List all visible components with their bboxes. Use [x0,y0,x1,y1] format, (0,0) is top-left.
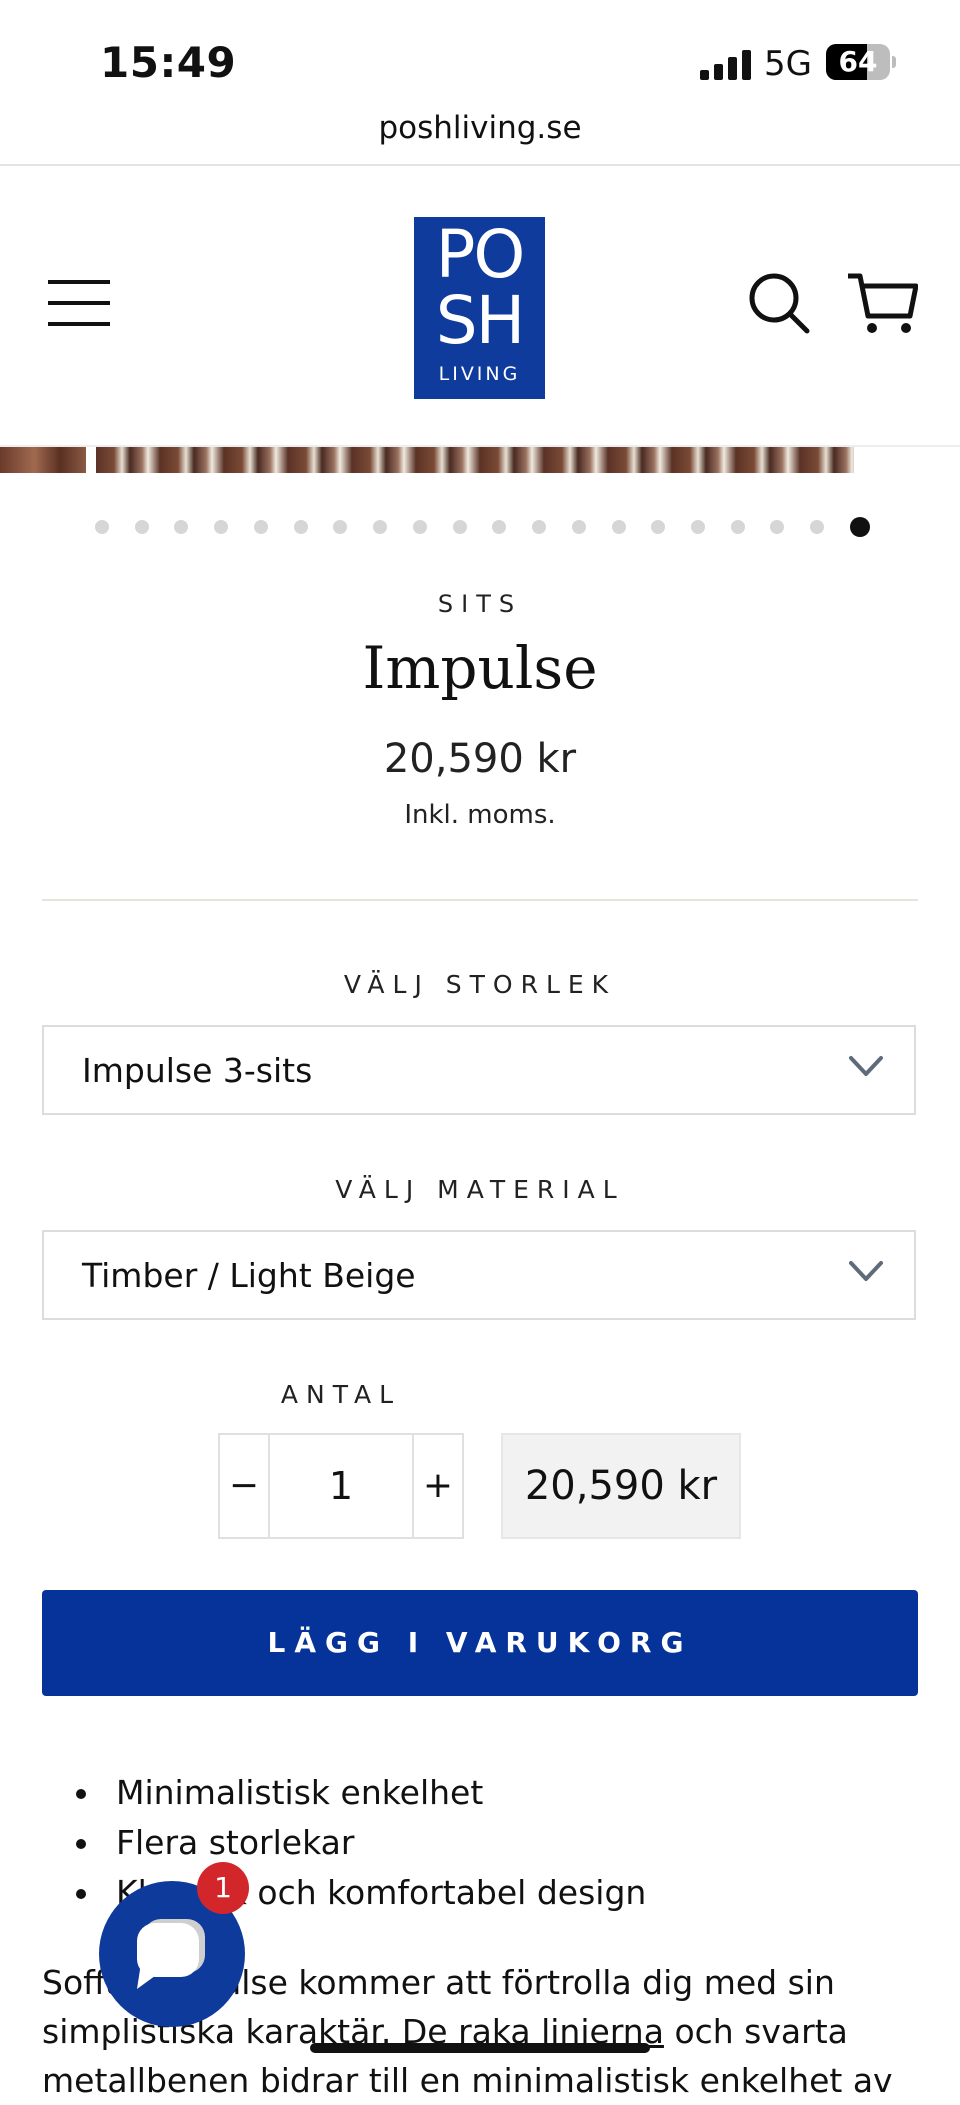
chevron-down-icon [849,1056,883,1076]
quantity-decrease-button[interactable]: − [220,1435,270,1537]
product-price: 20,590 kr [383,736,577,782]
carousel-dot[interactable] [492,520,507,534]
home-indicator[interactable] [310,2043,650,2053]
carousel-dot[interactable] [134,520,149,534]
carousel-dot[interactable] [412,520,427,534]
carousel-dot[interactable] [373,520,388,534]
status-time: 15:49 [100,38,237,87]
carousel-dot-active[interactable] [849,517,870,537]
carousel-dot[interactable] [174,520,189,534]
cart-icon[interactable] [846,272,918,336]
quantity-increase-button[interactable]: + [412,1435,462,1537]
chat-bubble-icon [137,1919,205,1989]
size-select[interactable]: Impulse 3-sits [42,1025,916,1115]
description-line: metallbenen bidrar till en minimalistisk… [42,2061,893,2100]
product-image-previous[interactable] [0,447,86,473]
carousel-dot[interactable] [95,520,109,534]
chevron-down-icon [849,1261,883,1281]
network-type: 5G [764,44,812,84]
product-title: Impulse [362,634,598,702]
carousel-dot[interactable] [571,520,586,534]
address-bar[interactable]: poshliving.se [0,110,960,146]
carousel-dot[interactable] [253,520,268,534]
material-select[interactable]: Timber / Light Beige [42,1230,916,1320]
carousel-dot[interactable] [730,520,745,534]
browser-divider [0,164,960,166]
add-to-cart-button[interactable]: LÄGG I VARUKORG [42,1590,918,1696]
quantity-label: ANTAL [280,1380,402,1409]
hamburger-menu-icon[interactable] [48,278,110,328]
carousel-dot[interactable] [611,520,626,534]
list-item: Minimalistisk enkelhet [70,1768,930,1818]
line-total: 20,590 kr [501,1433,741,1539]
posh-living-logo[interactable]: PO SH LIVING [414,217,545,399]
logo-line-2: SH [435,282,526,359]
carousel-dot[interactable] [691,520,706,534]
logo-line-3: LIVING [438,363,521,385]
product-image[interactable] [96,447,854,473]
size-select-value: Impulse 3-sits [82,1051,313,1090]
battery-icon: 64 [826,44,896,82]
carousel-dot[interactable] [214,520,229,534]
carousel-dot[interactable] [651,520,666,534]
product-category: SITS [437,590,523,618]
list-item: Flera storlekar [70,1818,930,1868]
carousel-dot[interactable] [452,520,467,534]
carousel-dots [95,517,870,537]
carousel-dot[interactable] [333,520,348,534]
material-label: VÄLJ MATERIAL [335,1175,625,1204]
carousel-dot[interactable] [770,520,785,534]
section-divider [42,899,918,901]
quantity-stepper: − 1 + [218,1433,464,1539]
carousel-dot[interactable] [532,520,547,534]
chat-notification-badge: 1 [197,1862,249,1914]
search-icon[interactable] [748,272,810,334]
carousel-dot[interactable] [810,520,825,534]
material-select-value: Timber / Light Beige [82,1256,416,1295]
battery-level: 64 [838,45,878,78]
size-label: VÄLJ STORLEK [343,970,617,999]
quantity-input[interactable]: 1 [270,1435,412,1537]
tax-note: Inkl. moms. [404,800,556,830]
cellular-signal-icon [700,50,751,80]
carousel-dot[interactable] [293,520,308,534]
